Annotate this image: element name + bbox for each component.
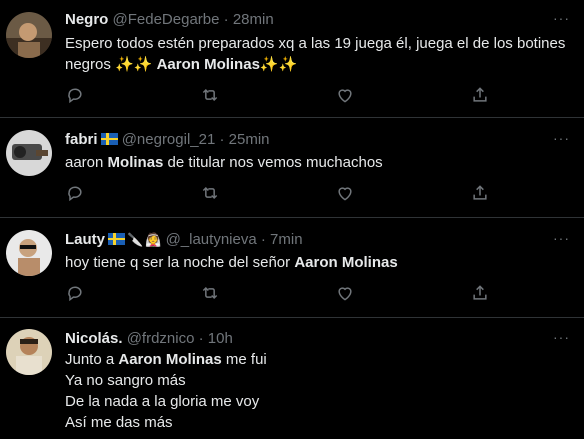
display-name[interactable]: fabri bbox=[65, 131, 98, 148]
text-line: aaron Molinas de titular nos vemos mucha… bbox=[65, 154, 383, 171]
avatar[interactable] bbox=[6, 329, 52, 375]
separator-dot: · bbox=[219, 131, 225, 148]
bride-icon: 👰 bbox=[145, 232, 162, 247]
mention-highlight: Aaron Molinas bbox=[156, 56, 260, 73]
username[interactable]: @frdznico bbox=[127, 330, 195, 347]
reply-icon[interactable] bbox=[65, 283, 87, 305]
knife-icon: 🔪 bbox=[127, 232, 144, 247]
text-line: De la nada a la gloria me voy bbox=[65, 393, 260, 410]
share-icon[interactable] bbox=[470, 85, 492, 107]
separator-dot: · bbox=[223, 11, 229, 28]
like-icon[interactable] bbox=[335, 283, 357, 305]
more-icon[interactable]: ··· bbox=[553, 329, 570, 345]
separator-dot: · bbox=[260, 231, 266, 248]
tweet-text: Espero todos estén preparados xq a las 1… bbox=[65, 33, 565, 75]
avatar[interactable] bbox=[6, 230, 52, 276]
tweet-header: Nicolás. @frdznico · 10h bbox=[65, 330, 233, 347]
tweet[interactable]: fabri @negrogil_21 · 25min ··· aaron Mol… bbox=[0, 118, 584, 218]
text-line: hoy tiene q ser la noche del señor Aaron… bbox=[65, 254, 398, 271]
timestamp[interactable]: 28min bbox=[233, 11, 274, 28]
retweet-icon[interactable] bbox=[200, 85, 222, 107]
display-name[interactable]: Negro bbox=[65, 11, 108, 28]
tweet-text: hoy tiene q ser la noche del señor Aaron… bbox=[65, 252, 398, 273]
tweet-actions bbox=[65, 283, 525, 305]
username[interactable]: @negrogil_21 bbox=[122, 131, 216, 148]
mention-highlight: Aaron Molinas bbox=[294, 254, 398, 271]
like-icon[interactable] bbox=[335, 183, 357, 205]
sweden-flag-icon bbox=[108, 233, 126, 245]
timestamp[interactable]: 10h bbox=[208, 330, 233, 347]
more-icon[interactable]: ··· bbox=[553, 10, 570, 26]
display-name[interactable]: Lauty bbox=[65, 231, 105, 248]
tweet[interactable]: Negro @FedeDegarbe · 28min ··· Espero to… bbox=[0, 0, 584, 118]
mention-highlight: Molinas bbox=[107, 154, 164, 171]
tweet-header: fabri @negrogil_21 · 25min bbox=[65, 131, 270, 148]
retweet-icon[interactable] bbox=[200, 183, 222, 205]
tweet-header: Negro @FedeDegarbe · 28min bbox=[65, 11, 274, 28]
tweet-header: Lauty 🔪 👰 @_lautynieva · 7min bbox=[65, 231, 303, 248]
tweet-actions bbox=[65, 85, 525, 107]
tweet[interactable]: Lauty 🔪 👰 @_lautynieva · 7min ··· hoy tien… bbox=[0, 218, 584, 318]
retweet-icon[interactable] bbox=[200, 283, 222, 305]
share-icon[interactable] bbox=[470, 183, 492, 205]
avatar[interactable] bbox=[6, 12, 52, 58]
separator-dot: · bbox=[198, 330, 204, 347]
text-line: Así me das más bbox=[65, 414, 173, 431]
sweden-flag-icon bbox=[100, 133, 118, 145]
tweet-text: aaron Molinas de titular nos vemos mucha… bbox=[65, 152, 383, 173]
reply-icon[interactable] bbox=[65, 85, 87, 107]
tweet-text: Junto a Aaron Molinas me fui Ya no sangr… bbox=[65, 349, 267, 433]
mention-highlight: Aaron Molinas bbox=[118, 351, 222, 368]
text-line: Espero todos estén preparados xq a las 1… bbox=[65, 35, 566, 52]
text-line: Ya no sangro más bbox=[65, 372, 186, 389]
text-line: Junto a Aaron Molinas me fui bbox=[65, 351, 267, 368]
more-icon[interactable]: ··· bbox=[553, 230, 570, 246]
more-icon[interactable]: ··· bbox=[553, 130, 570, 146]
display-name[interactable]: Nicolás. bbox=[65, 330, 123, 347]
tweet[interactable]: Nicolás. @frdznico · 10h ··· Junto a Aar… bbox=[0, 318, 584, 439]
reply-icon[interactable] bbox=[65, 183, 87, 205]
timestamp[interactable]: 7min bbox=[270, 231, 303, 248]
share-icon[interactable] bbox=[470, 283, 492, 305]
text-line: negros ✨✨ Aaron Molinas✨✨ bbox=[65, 56, 298, 73]
username[interactable]: @FedeDegarbe bbox=[113, 11, 220, 28]
tweet-actions bbox=[65, 183, 525, 205]
like-icon[interactable] bbox=[335, 85, 357, 107]
username[interactable]: @_lautynieva bbox=[166, 231, 257, 248]
avatar[interactable] bbox=[6, 130, 52, 176]
timestamp[interactable]: 25min bbox=[229, 131, 270, 148]
